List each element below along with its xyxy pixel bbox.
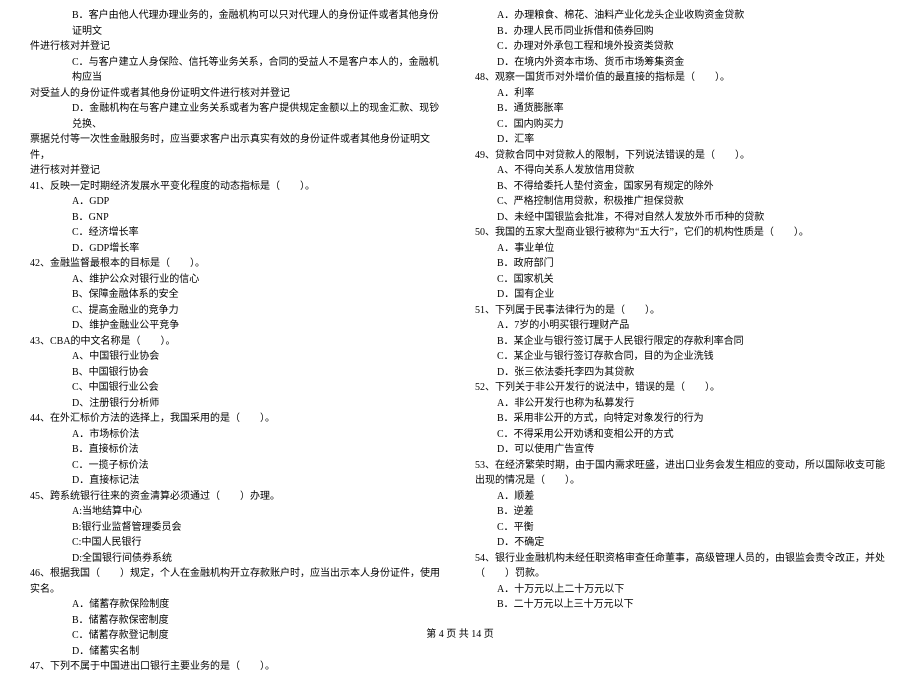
right-line-30: 出现的情况是（ ）。 [475, 473, 890, 489]
right-line-18: D．国有企业 [475, 287, 890, 303]
right-line-32: B．逆差 [475, 504, 890, 520]
left-line-38: 47、下列不属于中国进出口银行主要业务的是（ ）。 [30, 659, 445, 675]
right-line-25: A．非公开发行也称为私募发行 [475, 396, 890, 412]
page-footer: 第 4 页 共 14 页 [0, 625, 920, 640]
right-line-35: 54、银行业金融机构未经任职资格审查任命董事，高级管理人员的，由银监会责令改正，… [475, 551, 890, 567]
right-column: A．办理粮食、棉花、油料产业化龙头企业收购资金贷款B．办理人民币同业拆借和债券回… [475, 8, 890, 675]
right-line-11: B、不得给委托人垫付资金，国家另有规定的除外 [475, 179, 890, 195]
left-line-30: C:中国人民银行 [30, 535, 445, 551]
left-line-28: A:当地结算中心 [30, 504, 445, 520]
left-line-20: C、中国银行业公会 [30, 380, 445, 396]
left-line-3: 对受益人的身份证件或者其他身份证明文件进行核对并登记 [30, 86, 445, 102]
left-line-2: C．与客户建立人身保险、信托等业务关系，合同的受益人不是客户本人的，金融机构应当 [30, 55, 445, 86]
left-line-18: A、中国银行业协会 [30, 349, 445, 365]
right-line-10: A、不得向关系人发放信用贷款 [475, 163, 890, 179]
right-line-20: A．7岁的小明买银行理财产品 [475, 318, 890, 334]
left-line-34: A．储蓄存款保险制度 [30, 597, 445, 613]
left-line-23: A．市场标价法 [30, 427, 445, 443]
right-line-29: 53、在经济繁荣时期，由于国内需求旺盛，进出口业务会发生相应的变动，所以国际收支… [475, 458, 890, 474]
left-line-21: D、注册银行分析师 [30, 396, 445, 412]
left-line-31: D:全国银行间债券系统 [30, 551, 445, 567]
left-line-14: B、保障金融体系的安全 [30, 287, 445, 303]
right-line-23: D．张三依法委托李四为其贷款 [475, 365, 890, 381]
left-line-7: 41、反映一定时期经济发展水平变化程度的动态指标是（ ）。 [30, 179, 445, 195]
right-line-38: B．二十万元以上三十万元以下 [475, 597, 890, 613]
left-line-25: C．一揽子标价法 [30, 458, 445, 474]
right-line-13: D、未经中国银监会批准，不得对自然人发放外币币种的贷款 [475, 210, 890, 226]
right-line-8: D．汇率 [475, 132, 890, 148]
right-line-14: 50、我国的五家大型商业银行被称为“五大行”，它们的机构性质是（ ）。 [475, 225, 890, 241]
right-line-31: A．顺差 [475, 489, 890, 505]
left-line-12: 42、金融监督最根本的目标是（ ）。 [30, 256, 445, 272]
right-line-28: D．可以使用广告宣传 [475, 442, 890, 458]
right-line-12: C、严格控制信用贷款，积极推广担保贷款 [475, 194, 890, 210]
right-line-0: A．办理粮食、棉花、油料产业化龙头企业收购资金贷款 [475, 8, 890, 24]
left-line-13: A、维护公众对银行业的信心 [30, 272, 445, 288]
right-line-9: 49、贷款合同中对贷款人的限制，下列说法错误的是（ ）。 [475, 148, 890, 164]
right-line-34: D．不确定 [475, 535, 890, 551]
left-line-17: 43、CBA的中文名称是（ ）。 [30, 334, 445, 350]
left-line-22: 44、在外汇标价方法的选择上，我国采用的是（ ）。 [30, 411, 445, 427]
left-line-24: B．直接标价法 [30, 442, 445, 458]
right-line-24: 52、下列关于非公开发行的说法中，错误的是（ ）。 [475, 380, 890, 396]
right-line-6: B．通货膨胀率 [475, 101, 890, 117]
right-line-1: B．办理人民币同业拆借和债券回购 [475, 24, 890, 40]
left-line-15: C、提高金融业的竞争力 [30, 303, 445, 319]
exam-page: B．客户由他人代理办理业务的，金融机构可以只对代理人的身份证件或者其他身份证明文… [0, 0, 920, 675]
right-line-15: A．事业单位 [475, 241, 890, 257]
left-line-4: D．金融机构在与客户建立业务关系或者为客户提供规定金额以上的现金汇款、现钞兑换、 [30, 101, 445, 132]
right-line-36: （ ）罚款。 [475, 566, 890, 582]
left-line-33: 实名。 [30, 582, 445, 598]
left-column: B．客户由他人代理办理业务的，金融机构可以只对代理人的身份证件或者其他身份证明文… [30, 8, 445, 675]
left-line-1: 件进行核对并登记 [30, 39, 445, 55]
left-line-16: D、维护金融业公平竞争 [30, 318, 445, 334]
right-line-37: A．十万元以上二十万元以下 [475, 582, 890, 598]
right-line-5: A．利率 [475, 86, 890, 102]
right-line-17: C．国家机关 [475, 272, 890, 288]
right-line-21: B．某企业与银行签订属于人民银行限定的存款利率合同 [475, 334, 890, 350]
right-line-26: B．采用非公开的方式，向特定对象发行的行为 [475, 411, 890, 427]
left-line-37: D．储蓄实名制 [30, 644, 445, 660]
left-line-29: B:银行业监督管理委员会 [30, 520, 445, 536]
right-line-7: C．国内购买力 [475, 117, 890, 133]
left-line-11: D．GDP增长率 [30, 241, 445, 257]
right-line-16: B．政府部门 [475, 256, 890, 272]
left-line-8: A．GDP [30, 194, 445, 210]
left-line-26: D．直接标记法 [30, 473, 445, 489]
left-line-0: B．客户由他人代理办理业务的，金融机构可以只对代理人的身份证件或者其他身份证明文 [30, 8, 445, 39]
right-line-4: 48、观察一国货币对外增价值的最直接的指标是（ ）。 [475, 70, 890, 86]
left-line-10: C．经济增长率 [30, 225, 445, 241]
left-line-27: 45、跨系统银行往来的资金清算必须通过（ ）办理。 [30, 489, 445, 505]
right-line-22: C．某企业与银行签订存款合同，目的为企业洗钱 [475, 349, 890, 365]
right-line-27: C．不得采用公开劝诱和变相公开的方式 [475, 427, 890, 443]
left-line-6: 进行核对并登记 [30, 163, 445, 179]
left-line-5: 票据兑付等一次性金融服务时，应当要求客户出示真实有效的身份证件或者其他身份证明文… [30, 132, 445, 163]
right-line-19: 51、下列属于民事法律行为的是（ ）。 [475, 303, 890, 319]
left-line-19: B、中国银行协会 [30, 365, 445, 381]
right-line-2: C．办理对外承包工程和境外投资类贷款 [475, 39, 890, 55]
left-line-9: B．GNP [30, 210, 445, 226]
left-line-32: 46、根据我国（ ）规定，个人在金融机构开立存款账户时，应当出示本人身份证件，使… [30, 566, 445, 582]
right-line-33: C．平衡 [475, 520, 890, 536]
right-line-3: D．在境内外资本市场、货币市场筹集资金 [475, 55, 890, 71]
